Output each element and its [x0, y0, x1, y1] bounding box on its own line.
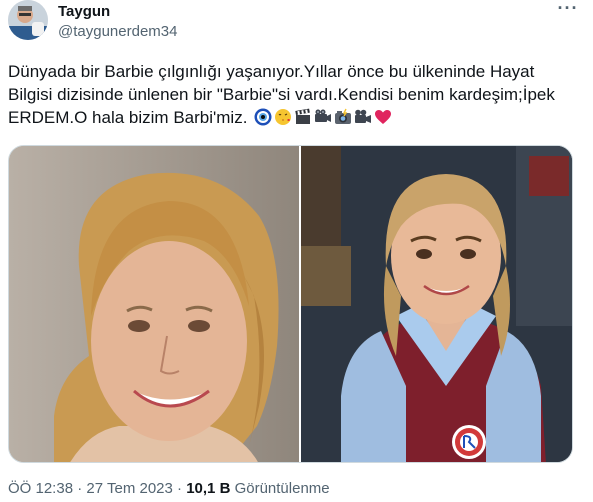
user-handle[interactable]: @taygunerdem34 [58, 22, 177, 42]
nazar-icon [254, 108, 272, 126]
movie-camera-icon [355, 109, 372, 123]
meta-separator: · [177, 480, 183, 497]
tweet-time[interactable]: ÖÖ 12:38 [8, 480, 73, 497]
camera-flash-icon [335, 108, 352, 124]
photo-right[interactable] [301, 146, 572, 462]
media-grid[interactable] [8, 145, 573, 463]
meta-separator: · [77, 480, 83, 497]
views-count: 10,1 B [186, 480, 231, 497]
tweet-meta: ÖÖ 12:38 · 27 Tem 2023 · 10,1 B Görüntül… [8, 479, 330, 499]
clapper-icon [295, 108, 311, 124]
tweet-date[interactable]: 27 Tem 2023 [86, 480, 172, 497]
kiss-face-icon [275, 109, 292, 125]
more-options-icon[interactable]: ··· [553, 0, 583, 22]
emoji-row [254, 108, 392, 126]
views-label: Görüntülenme [234, 480, 330, 497]
display-name[interactable]: Taygun [58, 2, 177, 22]
tweet-header: Taygun @taygunerdem34 ··· [8, 0, 593, 44]
photo-left[interactable] [9, 146, 299, 462]
camera-icon [315, 109, 332, 122]
tweet-text: Dünyada bir Barbie çılgınlığı yaşanıyor.… [8, 60, 568, 129]
heart-icon [375, 110, 392, 124]
avatar[interactable] [8, 0, 48, 40]
